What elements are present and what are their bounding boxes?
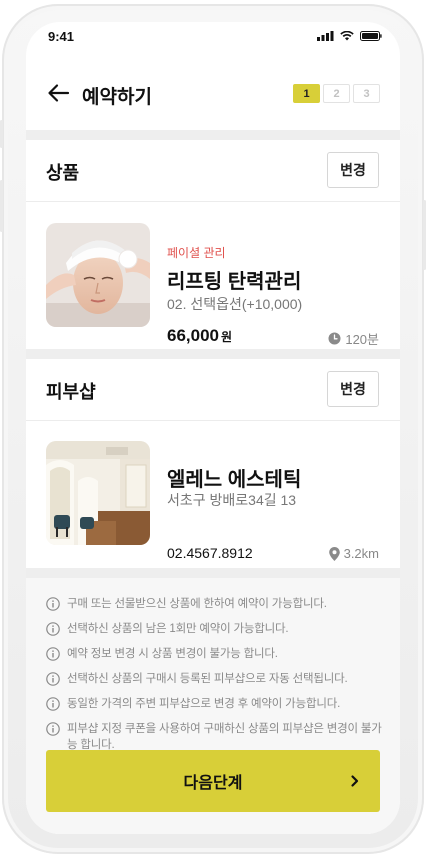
step-3: 3 [353, 84, 380, 103]
phone-side-button [0, 180, 3, 232]
next-step-button[interactable]: 다음단계 [46, 750, 380, 812]
shop-distance: 3.2km [328, 546, 379, 561]
status-time: 9:41 [48, 29, 75, 44]
notice-item: 선택하신 상품의 남은 1회만 예약이 가능합니다. [46, 621, 382, 637]
info-icon [46, 597, 60, 611]
clock-icon [328, 332, 341, 345]
notice-item: 피부샵 지정 쿠폰을 사용하여 구매하신 상품의 피부샵은 변경이 불가능 합니… [46, 721, 382, 753]
step-2: 2 [323, 84, 350, 103]
notice-text: 선택하신 상품의 구매시 등록된 피부샵으로 자동 선택됩니다. [67, 673, 348, 685]
notice-text: 동일한 가격의 주변 피부샵으로 변경 후 예약이 가능합니다. [67, 698, 341, 710]
notice-text: 피부샵 지정 쿠폰을 사용하여 구매하신 상품의 피부샵은 변경이 불가능 합니… [67, 723, 382, 751]
page-header: 예약하기 1 2 3 [26, 70, 400, 116]
shop-section-title: 피부샵 [46, 382, 96, 402]
next-step-label: 다음단계 [183, 775, 243, 792]
notice-text: 예약 정보 변경 시 상품 변경이 불가능 합니다. [67, 648, 278, 660]
product-duration-text: 120분 [345, 332, 379, 347]
product-name: 리프팅 탄력관리 [167, 271, 302, 293]
notice-item: 구매 또는 선물받으신 상품에 한하여 예약이 가능합니다. [46, 596, 382, 612]
notice-text: 구매 또는 선물받으신 상품에 한하여 예약이 가능합니다. [67, 598, 327, 610]
notice-list: 구매 또는 선물받으신 상품에 한하여 예약이 가능합니다. 선택하신 상품의 … [46, 596, 382, 762]
info-icon [46, 722, 60, 736]
location-pin-icon [328, 546, 340, 561]
step-1: 1 [293, 84, 320, 103]
section-divider [26, 349, 400, 359]
shop-name: 엘레느 에스테틱 [167, 469, 302, 491]
phone-side-button [0, 120, 3, 148]
arrow-left-icon [48, 84, 70, 102]
app-screen: 9:41 예약하기 1 2 3 상품 변경 페이셜 관리 리프팅 탄력관리 02… [26, 22, 400, 834]
product-image [46, 223, 150, 327]
info-icon [46, 672, 60, 686]
change-shop-button[interactable]: 변경 [327, 371, 379, 407]
shop-section-header: 피부샵 변경 [26, 359, 400, 421]
battery-icon [360, 31, 382, 41]
product-price: 66,000 원 [167, 326, 232, 346]
product-price-value: 66,000 [167, 326, 219, 345]
info-icon [46, 697, 60, 711]
info-icon [46, 647, 60, 661]
shop-phone[interactable]: 02.4567.8912 [167, 545, 253, 561]
product-section-title: 상품 [46, 163, 80, 183]
section-divider [26, 130, 400, 140]
notice-item: 동일한 가격의 주변 피부샵으로 변경 후 예약이 가능합니다. [46, 696, 382, 712]
step-indicator: 1 2 3 [293, 84, 380, 103]
shop-address: 서초구 방배로34길 13 [167, 492, 297, 508]
page-title: 예약하기 [82, 87, 152, 108]
chevron-right-icon [351, 775, 359, 787]
product-duration: 120분 [328, 329, 379, 348]
shop-distance-text: 3.2km [343, 546, 379, 561]
notice-item: 예약 정보 변경 시 상품 변경이 불가능 합니다. [46, 646, 382, 662]
product-price-unit: 원 [221, 330, 233, 344]
section-divider [26, 568, 400, 578]
notice-text: 선택하신 상품의 남은 1회만 예약이 가능합니다. [67, 623, 289, 635]
status-bar: 9:41 [26, 22, 400, 48]
product-option: 02. 선택옵션(+10,000) [167, 296, 303, 312]
product-section-header: 상품 변경 [26, 140, 400, 202]
back-button[interactable] [46, 80, 72, 106]
signal-icon [317, 31, 334, 41]
info-icon [46, 622, 60, 636]
shop-image [46, 441, 150, 545]
notice-item: 선택하신 상품의 구매시 등록된 피부샵으로 자동 선택됩니다. [46, 671, 382, 687]
wifi-icon [340, 31, 354, 41]
status-icons [317, 31, 382, 41]
change-product-button[interactable]: 변경 [327, 152, 379, 188]
product-category: 페이셜 관리 [167, 246, 226, 260]
